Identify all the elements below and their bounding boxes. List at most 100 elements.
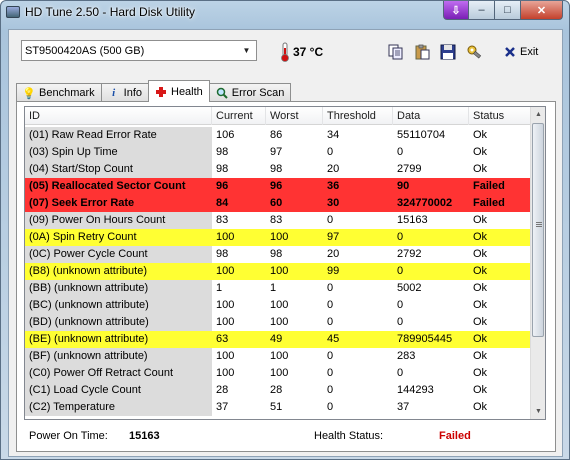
table-row[interactable]: (C0) Power Off Retract Count 100 100 0 0 Ok bbox=[25, 365, 531, 382]
clipboard-icon bbox=[415, 44, 430, 60]
tab-error-scan-label: Error Scan bbox=[231, 87, 285, 99]
table-row[interactable]: (BD) (unknown attribute) 100 100 0 0 Ok bbox=[25, 314, 531, 331]
cell-data: 0 bbox=[397, 367, 404, 379]
drive-select-value: ST9500420AS (500 GB) bbox=[25, 44, 145, 57]
header-current[interactable]: Current bbox=[212, 107, 266, 125]
app-window: HD Tune 2.50 - Hard Disk Utility ⇩ – □ ✕… bbox=[0, 0, 570, 460]
header-data[interactable]: Data bbox=[393, 107, 469, 125]
cell-status: Ok bbox=[473, 384, 488, 396]
cell-data: 0 bbox=[397, 299, 404, 311]
save-button[interactable] bbox=[437, 41, 459, 63]
cell-worst: 98 bbox=[270, 248, 283, 260]
cell-status: Ok bbox=[469, 263, 531, 280]
chevron-down-icon[interactable]: ▼ bbox=[239, 43, 254, 58]
cell-data: 2799 bbox=[397, 163, 422, 175]
exit-button[interactable]: Exit bbox=[504, 41, 538, 63]
scroll-up-icon[interactable]: ▲ bbox=[531, 107, 545, 122]
cell-worst: 60 bbox=[266, 195, 323, 212]
table-row[interactable]: (09) Power On Hours Count 83 83 0 15163 Ok bbox=[25, 212, 531, 229]
table-row[interactable]: (01) Raw Read Error Rate 106 86 34 55110704 O… bbox=[25, 127, 531, 144]
header-worst[interactable]: Worst bbox=[266, 107, 323, 125]
cell-id: (07) Seek Error Rate bbox=[25, 195, 212, 212]
client-area: ST9500420AS (500 GB) ▼ 37 °C Exit 💡 Benc… bbox=[8, 29, 563, 457]
cell-id: (C0) Power Off Retract Count bbox=[25, 365, 212, 382]
table-row[interactable]: (BE) (unknown attribute) 63 49 45 789905445 O… bbox=[25, 331, 531, 348]
cell-current: 100 bbox=[212, 229, 266, 246]
table-row[interactable]: (BB) (unknown attribute) 1 1 0 5002 Ok bbox=[25, 280, 531, 297]
options-button[interactable] bbox=[463, 41, 485, 63]
copy-button[interactable] bbox=[385, 41, 407, 63]
cell-threshold: 30 bbox=[323, 195, 393, 212]
cell-worst: 100 bbox=[270, 367, 289, 379]
maximize-button[interactable]: □ bbox=[495, 1, 521, 20]
cell-id: (BC) (unknown attribute) bbox=[25, 297, 212, 314]
cell-worst: 96 bbox=[266, 178, 323, 195]
tab-info[interactable]: i Info bbox=[100, 83, 149, 102]
health-status-value: Failed bbox=[439, 430, 471, 442]
app-icon bbox=[6, 6, 20, 18]
cell-id: (C2) Temperature bbox=[25, 399, 212, 416]
cell-status: Ok bbox=[469, 229, 531, 246]
info-icon: i bbox=[112, 87, 116, 99]
tab-health[interactable]: Health bbox=[148, 80, 210, 102]
scroll-thumb[interactable] bbox=[532, 123, 544, 337]
cell-id: (C1) Load Cycle Count bbox=[25, 382, 212, 399]
table-row[interactable]: (BF) (unknown attribute) 100 100 0 283 Ok bbox=[25, 348, 531, 365]
title-bar[interactable]: HD Tune 2.50 - Hard Disk Utility ⇩ – □ ✕ bbox=[1, 1, 569, 25]
cell-threshold: 20 bbox=[327, 163, 340, 175]
table-row[interactable]: (0C) Power Cycle Count 98 98 20 2792 Ok bbox=[25, 246, 531, 263]
cell-current: 100 bbox=[216, 299, 235, 311]
vertical-scrollbar[interactable]: ▲ ▼ bbox=[530, 107, 545, 419]
table-row[interactable]: (05) Reallocated Sector Count 96 96 36 90 Fai… bbox=[25, 178, 531, 195]
caption-buttons: ⇩ – □ ✕ bbox=[443, 1, 563, 21]
cell-current: 98 bbox=[216, 146, 229, 158]
tab-strip: 💡 Benchmark i Info Health Error Scan bbox=[16, 80, 292, 102]
window-title: HD Tune 2.50 - Hard Disk Utility bbox=[25, 5, 196, 19]
cell-current: 84 bbox=[212, 195, 266, 212]
table-row[interactable]: (03) Spin Up Time 98 97 0 0 Ok bbox=[25, 144, 531, 161]
tab-error-scan[interactable]: Error Scan bbox=[208, 83, 292, 102]
cell-status: Ok bbox=[473, 299, 488, 311]
minimize-button[interactable]: – bbox=[469, 1, 495, 20]
exit-x-icon bbox=[505, 47, 515, 57]
smart-table[interactable]: ID Current Worst Threshold Data Status (… bbox=[24, 106, 546, 420]
download-button[interactable]: ⇩ bbox=[443, 1, 469, 20]
cell-status: Ok bbox=[473, 316, 488, 328]
cell-threshold: 45 bbox=[323, 331, 393, 348]
cell-status: Ok bbox=[473, 350, 488, 362]
header-status[interactable]: Status bbox=[469, 107, 531, 125]
drive-select[interactable]: ST9500420AS (500 GB) ▼ bbox=[21, 40, 257, 61]
table-row[interactable]: (07) Seek Error Rate 84 60 30 324770002 Faile… bbox=[25, 195, 531, 212]
tab-benchmark-label: Benchmark bbox=[39, 87, 95, 99]
cell-status: Failed bbox=[469, 178, 531, 195]
table-row[interactable]: (C1) Load Cycle Count 28 28 0 144293 Ok bbox=[25, 382, 531, 399]
cell-data: 0 bbox=[397, 316, 404, 328]
cell-id: (0A) Spin Retry Count bbox=[25, 229, 212, 246]
table-row[interactable]: (B8) (unknown attribute) 100 100 99 0 Ok bbox=[25, 263, 531, 280]
cell-data: 789905445 bbox=[393, 331, 469, 348]
table-row[interactable]: (0A) Spin Retry Count 100 100 97 0 Ok bbox=[25, 229, 531, 246]
cell-data: 2792 bbox=[397, 248, 422, 260]
paste-button[interactable] bbox=[411, 41, 433, 63]
table-row[interactable]: (BC) (unknown attribute) 100 100 0 0 Ok bbox=[25, 297, 531, 314]
magnifier-icon bbox=[216, 87, 228, 99]
scroll-down-icon[interactable]: ▼ bbox=[531, 404, 545, 419]
cell-current: 96 bbox=[212, 178, 266, 195]
cell-status: Ok bbox=[473, 214, 488, 226]
cell-status: Ok bbox=[473, 367, 488, 379]
header-threshold[interactable]: Threshold bbox=[323, 107, 393, 125]
thermometer-icon bbox=[281, 42, 289, 62]
header-id[interactable]: ID bbox=[25, 107, 212, 125]
tab-benchmark[interactable]: 💡 Benchmark bbox=[16, 83, 102, 102]
copy-icon bbox=[388, 44, 403, 60]
cell-threshold: 99 bbox=[323, 263, 393, 280]
cell-threshold: 36 bbox=[323, 178, 393, 195]
cell-id: (09) Power On Hours Count bbox=[25, 212, 212, 229]
cell-id: (05) Reallocated Sector Count bbox=[25, 178, 212, 195]
close-button[interactable]: ✕ bbox=[521, 1, 563, 20]
table-row[interactable]: (04) Start/Stop Count 98 98 20 2799 Ok bbox=[25, 161, 531, 178]
table-row[interactable]: (C2) Temperature 37 51 0 37 Ok bbox=[25, 399, 531, 416]
cell-threshold: 34 bbox=[327, 129, 340, 141]
tab-info-label: Info bbox=[123, 87, 142, 99]
cell-data: 5002 bbox=[397, 282, 422, 294]
